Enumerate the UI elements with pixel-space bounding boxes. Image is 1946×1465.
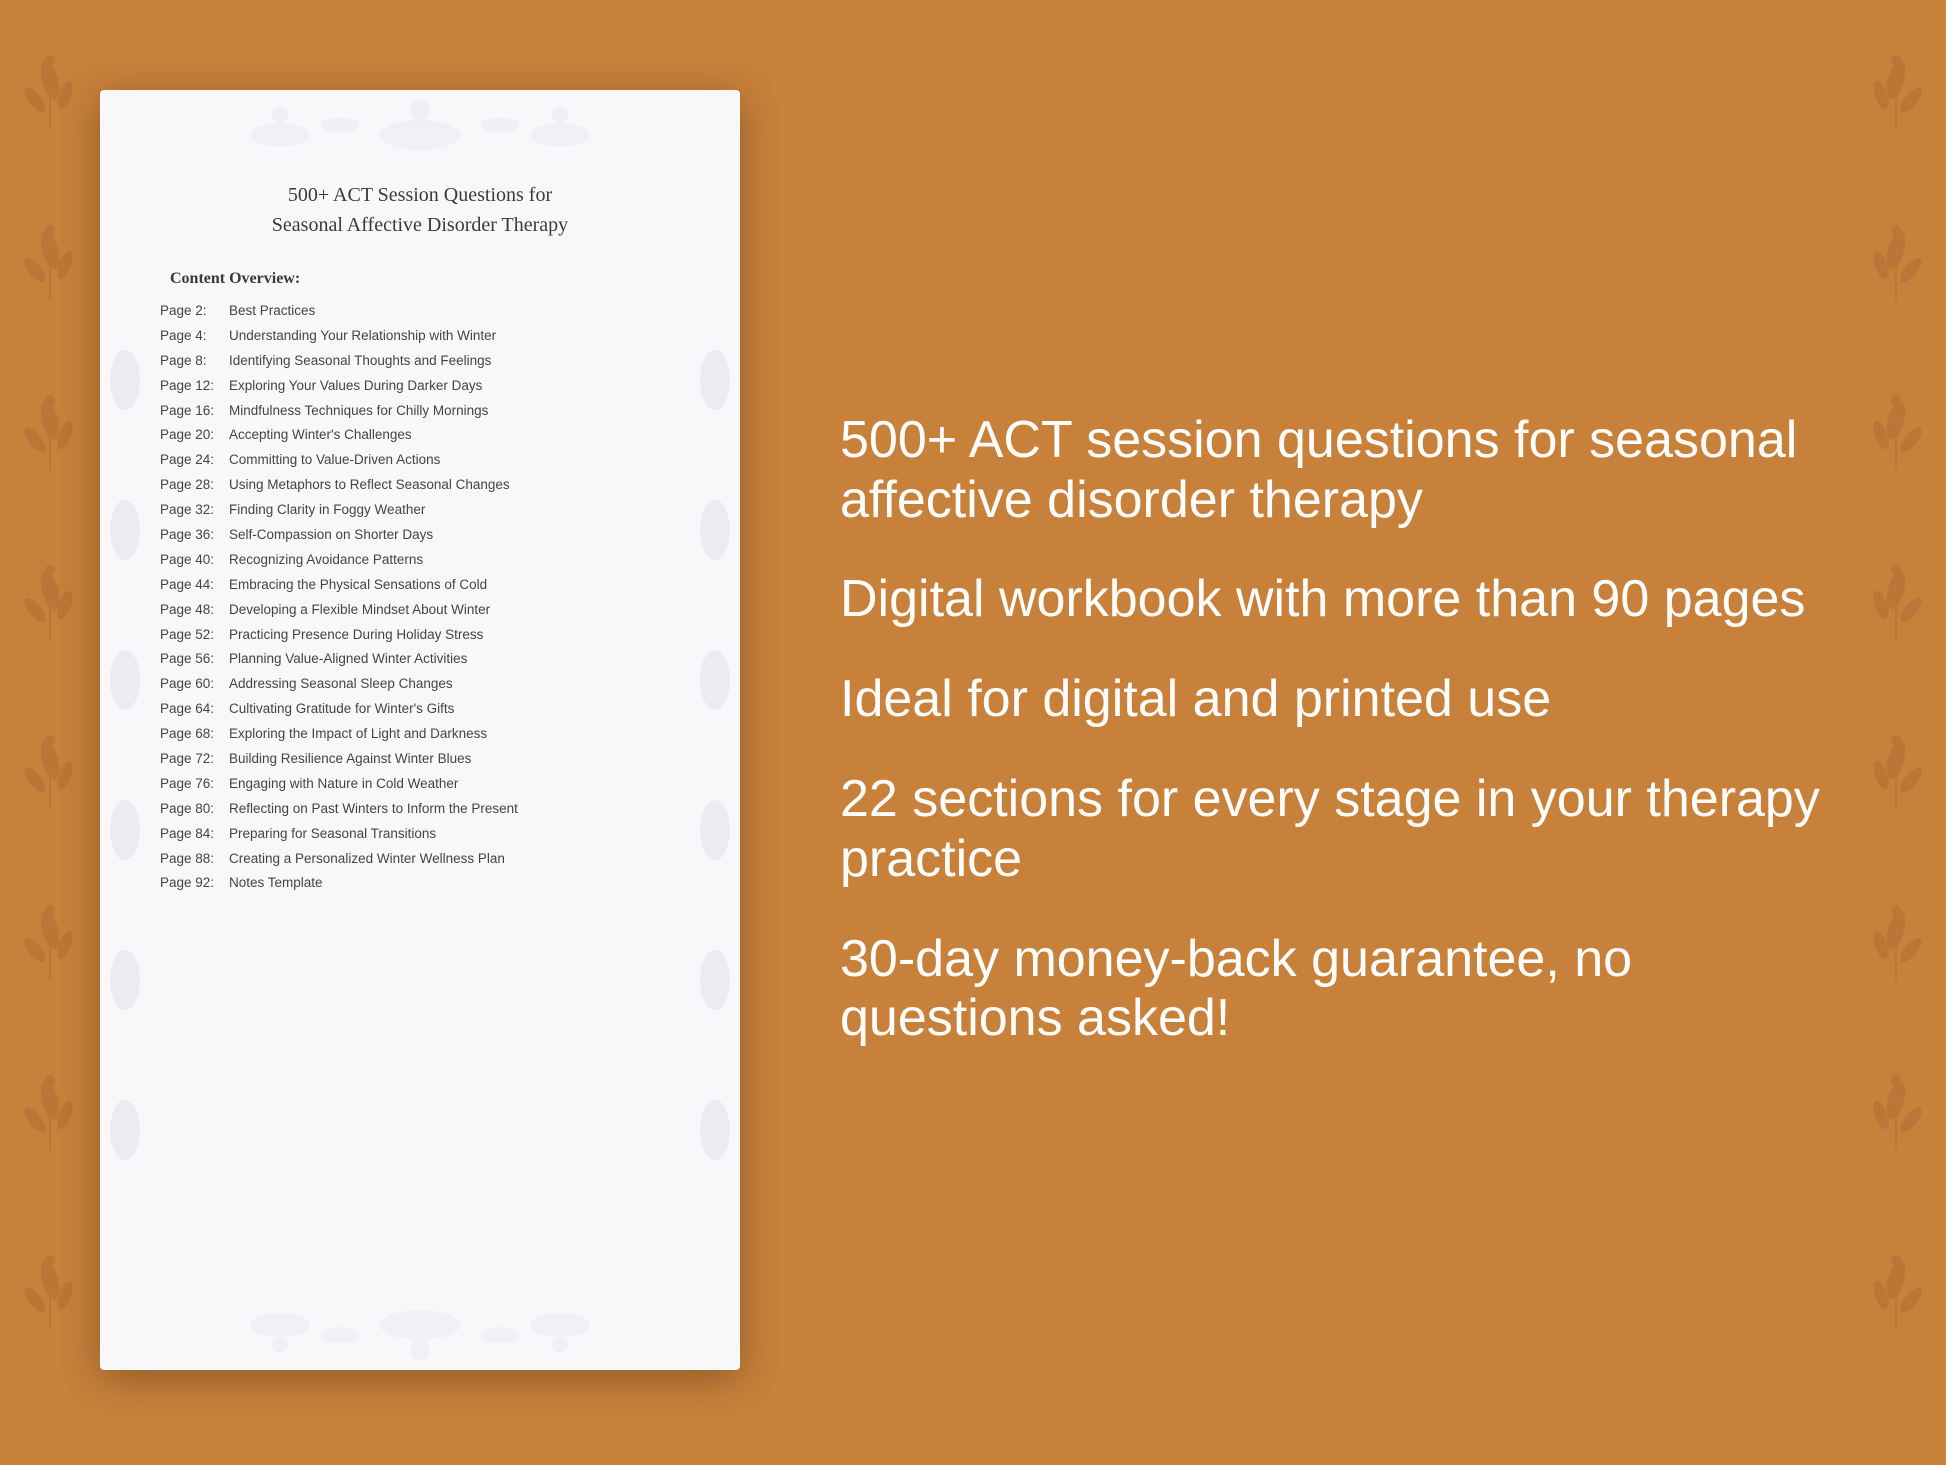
main-layout: 500+ ACT Session Questions for Seasonal … xyxy=(0,0,1946,1460)
table-row: Page 24: Committing to Value-Driven Actio… xyxy=(160,451,680,470)
table-row: Page 8: Identifying Seasonal Thoughts and… xyxy=(160,352,680,371)
toc-page-title: Committing to Value-Driven Actions xyxy=(229,452,440,467)
table-row: Page 4: Understanding Your Relationship w… xyxy=(160,327,680,346)
toc-page-title: Self-Compassion on Shorter Days xyxy=(229,527,433,542)
toc-page-title: Finding Clarity in Foggy Weather xyxy=(229,502,425,517)
toc-page-number: Page 76: xyxy=(160,775,225,794)
toc-page-number: Page 88: xyxy=(160,850,225,869)
toc-page-title: Developing a Flexible Mindset About Wint… xyxy=(229,602,490,617)
title-line1: 500+ ACT Session Questions for xyxy=(288,184,552,206)
feature-item: Digital workbook with more than 90 pages xyxy=(840,570,1866,630)
toc-page-title: Engaging with Nature in Cold Weather xyxy=(229,776,458,791)
toc-page-title: Embracing the Physical Sensations of Col… xyxy=(229,577,487,592)
table-row: Page 80: Reflecting on Past Winters to In… xyxy=(160,800,680,819)
table-row: Page 72: Building Resilience Against Wint… xyxy=(160,750,680,769)
table-row: Page 44: Embracing the Physical Sensation… xyxy=(160,576,680,595)
table-row: Page 16: Mindfulness Techniques for Chill… xyxy=(160,402,680,421)
table-row: Page 32: Finding Clarity in Foggy Weather xyxy=(160,501,680,520)
right-panel: 500+ ACT session questions for seasonal … xyxy=(820,411,1866,1049)
table-row: Page 64: Cultivating Gratitude for Winter… xyxy=(160,700,680,719)
toc-page-number: Page 56: xyxy=(160,650,225,669)
toc-page-title: Cultivating Gratitude for Winter's Gifts xyxy=(229,701,454,716)
table-of-contents: Page 2: Best Practices Page 4: Understandin… xyxy=(160,302,680,893)
toc-page-number: Page 80: xyxy=(160,800,225,819)
toc-page-number: Page 20: xyxy=(160,426,225,445)
toc-page-title: Using Metaphors to Reflect Seasonal Chan… xyxy=(229,477,510,492)
watermark-side-left xyxy=(100,170,150,1290)
toc-page-title: Mindfulness Techniques for Chilly Mornin… xyxy=(229,403,488,418)
toc-page-title: Addressing Seasonal Sleep Changes xyxy=(229,676,453,691)
feature-item: 30-day money-back guarantee, no question… xyxy=(840,930,1866,1050)
toc-page-number: Page 28: xyxy=(160,476,225,495)
toc-page-number: Page 32: xyxy=(160,501,225,520)
toc-page-number: Page 72: xyxy=(160,750,225,769)
toc-page-number: Page 12: xyxy=(160,377,225,396)
toc-page-number: Page 48: xyxy=(160,601,225,620)
feature-item: 500+ ACT session questions for seasonal … xyxy=(840,411,1866,531)
toc-page-title: Understanding Your Relationship with Win… xyxy=(229,328,496,343)
toc-page-title: Best Practices xyxy=(229,303,315,318)
toc-page-number: Page 84: xyxy=(160,825,225,844)
toc-page-title: Identifying Seasonal Thoughts and Feelin… xyxy=(229,353,491,368)
toc-page-title: Accepting Winter's Challenges xyxy=(229,427,412,442)
toc-page-title: Building Resilience Against Winter Blues xyxy=(229,751,471,766)
document-title: 500+ ACT Session Questions for Seasonal … xyxy=(160,180,680,240)
table-row: Page 36: Self-Compassion on Shorter Days xyxy=(160,526,680,545)
table-row: Page 76: Engaging with Nature in Cold Wea… xyxy=(160,775,680,794)
toc-page-title: Reflecting on Past Winters to Inform the… xyxy=(229,801,518,816)
toc-page-title: Planning Value-Aligned Winter Activities xyxy=(229,651,467,666)
toc-page-number: Page 36: xyxy=(160,526,225,545)
toc-page-title: Practicing Presence During Holiday Stres… xyxy=(229,627,483,642)
feature-item: Ideal for digital and printed use xyxy=(840,670,1866,730)
document-header: 500+ ACT Session Questions for Seasonal … xyxy=(160,180,680,240)
watermark-bottom xyxy=(100,1280,740,1370)
table-row: Page 68: Exploring the Impact of Light an… xyxy=(160,725,680,744)
table-row: Page 40: Recognizing Avoidance Patterns xyxy=(160,551,680,570)
table-row: Page 56: Planning Value-Aligned Winter Ac… xyxy=(160,650,680,669)
toc-page-title: Creating a Personalized Winter Wellness … xyxy=(229,851,505,866)
table-row: Page 60: Addressing Seasonal Sleep Change… xyxy=(160,675,680,694)
toc-page-number: Page 2: xyxy=(160,302,225,321)
watermark-top xyxy=(100,90,740,180)
table-row: Page 88: Creating a Personalized Winter W… xyxy=(160,850,680,869)
content-overview-label: Content Overview: xyxy=(170,270,680,288)
toc-page-number: Page 52: xyxy=(160,626,225,645)
watermark-side-right xyxy=(690,170,740,1290)
table-row: Page 52: Practicing Presence During Holid… xyxy=(160,626,680,645)
table-row: Page 12: Exploring Your Values During Dar… xyxy=(160,377,680,396)
toc-page-number: Page 68: xyxy=(160,725,225,744)
feature-item: 22 sections for every stage in your ther… xyxy=(840,770,1866,890)
toc-page-title: Preparing for Seasonal Transitions xyxy=(229,826,436,841)
toc-page-title: Exploring the Impact of Light and Darkne… xyxy=(229,726,487,741)
table-row: Page 28: Using Metaphors to Reflect Seaso… xyxy=(160,476,680,495)
table-row: Page 48: Developing a Flexible Mindset Ab… xyxy=(160,601,680,620)
toc-page-number: Page 40: xyxy=(160,551,225,570)
toc-page-title: Notes Template xyxy=(229,875,323,890)
title-line2: Seasonal Affective Disorder Therapy xyxy=(272,214,568,236)
toc-page-title: Recognizing Avoidance Patterns xyxy=(229,552,423,567)
table-row: Page 84: Preparing for Seasonal Transitio… xyxy=(160,825,680,844)
toc-page-number: Page 8: xyxy=(160,352,225,371)
toc-page-number: Page 4: xyxy=(160,327,225,346)
toc-page-title: Exploring Your Values During Darker Days xyxy=(229,378,482,393)
toc-page-number: Page 64: xyxy=(160,700,225,719)
table-row: Page 2: Best Practices xyxy=(160,302,680,321)
table-row: Page 20: Accepting Winter's Challenges xyxy=(160,426,680,445)
toc-page-number: Page 60: xyxy=(160,675,225,694)
document-card: 500+ ACT Session Questions for Seasonal … xyxy=(100,90,740,1370)
table-row: Page 92: Notes Template xyxy=(160,874,680,893)
toc-page-number: Page 44: xyxy=(160,576,225,595)
toc-page-number: Page 24: xyxy=(160,451,225,470)
toc-page-number: Page 92: xyxy=(160,874,225,893)
toc-page-number: Page 16: xyxy=(160,402,225,421)
